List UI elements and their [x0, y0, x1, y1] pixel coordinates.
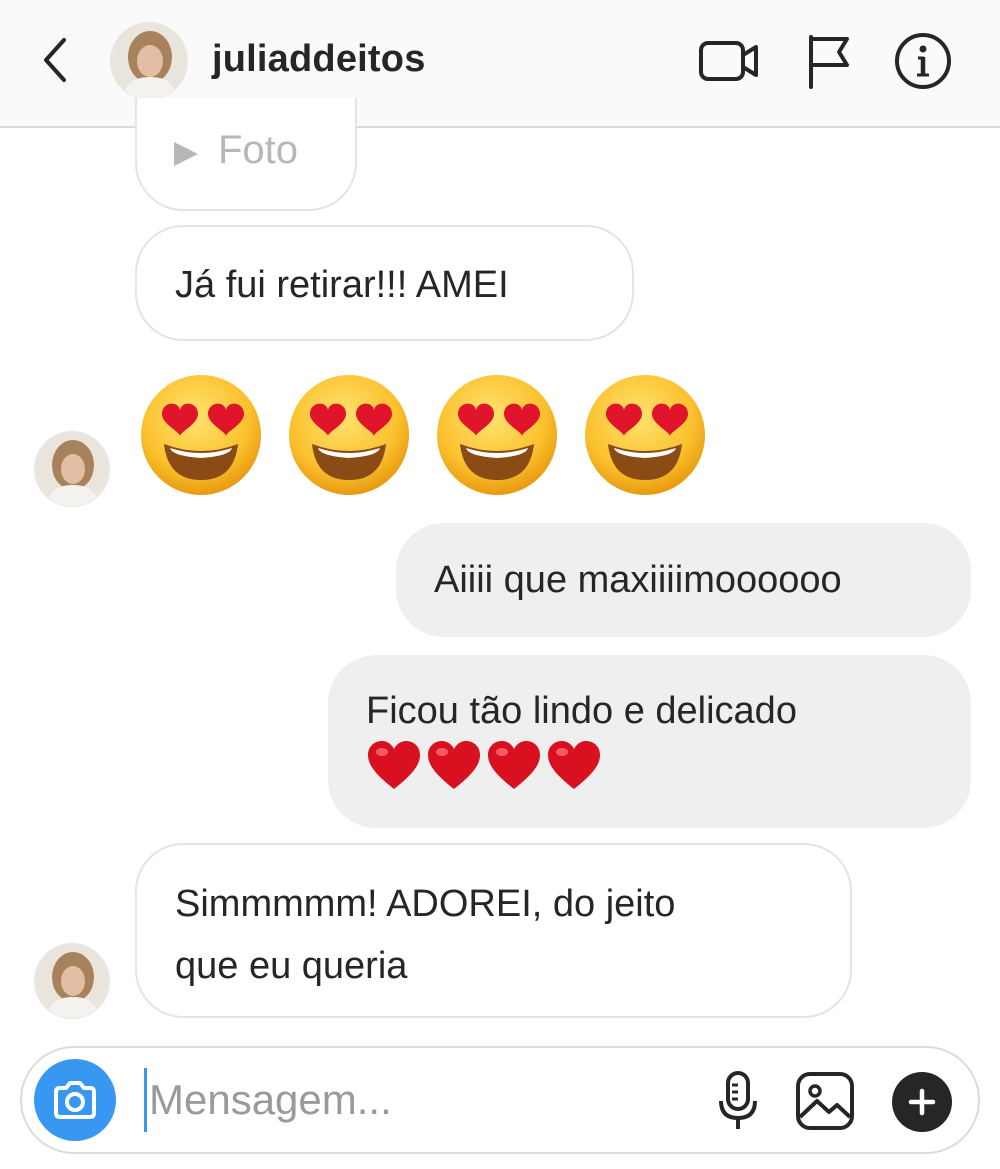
back-button[interactable]: [30, 32, 80, 88]
outgoing-message[interactable]: Ficou tão lindo e delicado: [328, 655, 971, 828]
camera-icon: [54, 1081, 96, 1119]
red-heart-icon: [428, 741, 480, 789]
flag-icon: [809, 35, 849, 89]
avatar[interactable]: [34, 431, 110, 507]
play-icon: [174, 142, 198, 166]
message-text: Aiiii que maxiiiimoooooo: [434, 559, 842, 601]
incoming-message[interactable]: Já fui retirar!!! AMEI: [135, 225, 634, 341]
hearts-row: [366, 739, 933, 795]
heart-eyes-emoji-icon: [437, 375, 557, 495]
video-call-button[interactable]: [698, 32, 760, 90]
message-text-line: que eu queria: [175, 945, 408, 987]
chat-username[interactable]: juliaddeitos: [212, 38, 426, 81]
voice-message-button[interactable]: [714, 1068, 762, 1136]
message-input[interactable]: [144, 1068, 684, 1132]
red-heart-icon: [488, 741, 540, 789]
info-icon: [895, 33, 951, 89]
gallery-icon: [796, 1072, 854, 1130]
plus-icon: [908, 1088, 936, 1116]
info-button[interactable]: [892, 32, 954, 90]
message-text: Ficou tão lindo e delicado: [366, 690, 797, 732]
message-text-line: Simmmmm! ADOREI, do jeito: [175, 883, 676, 925]
report-button[interactable]: [798, 32, 860, 90]
emoji-message[interactable]: [138, 372, 708, 500]
more-options-button[interactable]: [892, 1072, 952, 1132]
camera-button[interactable]: [34, 1059, 116, 1141]
message-text: Já fui retirar!!! AMEI: [175, 264, 509, 306]
chevron-left-icon: [44, 38, 66, 82]
video-camera-icon: [699, 41, 758, 81]
avatar[interactable]: [110, 22, 188, 100]
heart-eyes-emoji-icon: [141, 375, 261, 495]
incoming-message[interactable]: Simmmmm! ADOREI, do jeito que eu queria: [135, 843, 852, 1018]
microphone-icon: [719, 1071, 757, 1129]
avatar[interactable]: [34, 943, 110, 1019]
red-heart-icon: [368, 741, 420, 789]
outgoing-message[interactable]: Aiiii que maxiiiimoooooo: [396, 523, 971, 637]
heart-eyes-emoji-icon: [289, 375, 409, 495]
red-heart-icon: [548, 741, 600, 789]
photo-label: Foto: [218, 128, 299, 172]
heart-eyes-emoji-icon: [585, 375, 705, 495]
gallery-button[interactable]: [794, 1070, 856, 1132]
message-composer: [20, 1046, 980, 1154]
